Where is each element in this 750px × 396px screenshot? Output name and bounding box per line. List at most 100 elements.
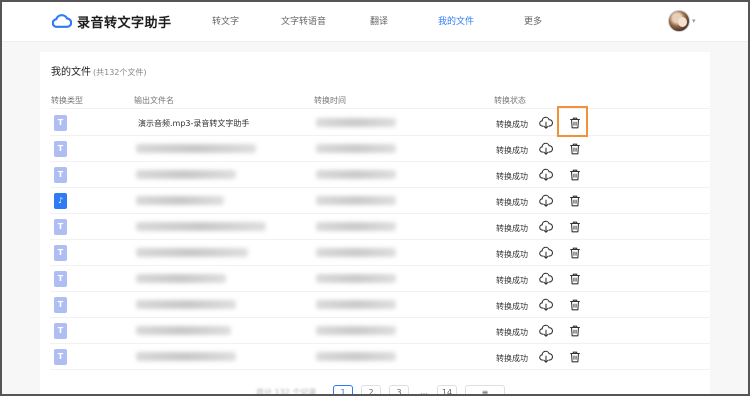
col-filename: 输出文件名 <box>134 96 174 105</box>
download-button[interactable] <box>539 194 553 208</box>
cloud-download-icon <box>539 168 553 182</box>
file-name-redacted <box>136 300 236 309</box>
delete-button[interactable] <box>568 324 582 338</box>
cloud-download-icon <box>539 272 553 286</box>
cloud-download-icon <box>539 194 553 208</box>
file-name-redacted <box>136 222 266 231</box>
download-button[interactable] <box>539 298 553 312</box>
convert-time-redacted <box>316 300 396 309</box>
page-button-1[interactable]: 1 <box>333 385 353 396</box>
table-row[interactable]: T 转换成功 <box>50 214 710 240</box>
cloud-download-icon <box>539 350 553 364</box>
trash-icon <box>568 220 582 234</box>
pagination: 共计 132 个记录 1 2 3 … 14 ≡ <box>0 385 750 396</box>
text-file-icon: T <box>54 297 67 313</box>
delete-button[interactable] <box>568 298 582 312</box>
status-text: 转换成功 <box>496 302 528 311</box>
delete-button[interactable] <box>568 350 582 364</box>
trash-icon <box>568 324 582 338</box>
file-name-redacted <box>136 196 224 205</box>
col-status: 转换状态 <box>494 96 526 105</box>
col-type: 转换类型 <box>51 96 83 105</box>
table-row[interactable]: ♪ 转换成功 <box>50 188 710 214</box>
page-button-2[interactable]: 2 <box>361 385 381 396</box>
app-logo[interactable]: 录音转文字助手 <box>52 11 172 31</box>
trash-icon <box>568 168 582 182</box>
convert-time-redacted <box>316 196 396 205</box>
trash-icon <box>568 246 582 260</box>
delete-button[interactable] <box>568 220 582 234</box>
files-count: (共132个文件) <box>93 68 147 77</box>
trash-icon <box>568 194 582 208</box>
table-row[interactable]: T 演示音频.mp3-录音转文字助手 转换成功 <box>50 110 710 136</box>
chevron-down-icon[interactable]: ▾ <box>692 17 696 25</box>
file-name-redacted <box>136 248 248 257</box>
file-name-redacted <box>136 170 236 179</box>
delete-highlight-box <box>557 106 588 137</box>
avatar[interactable] <box>668 10 690 32</box>
download-button[interactable] <box>539 246 553 260</box>
page-size-select[interactable]: ≡ <box>465 385 505 396</box>
convert-time-redacted <box>316 170 396 179</box>
table-row[interactable]: T 转换成功 <box>50 344 710 370</box>
trash-icon <box>568 142 582 156</box>
pagination-ellipsis: … <box>420 387 428 396</box>
file-name-redacted <box>136 144 256 153</box>
text-file-icon: T <box>54 115 67 131</box>
page-button-last[interactable]: 14 <box>437 385 457 396</box>
delete-button[interactable] <box>568 246 582 260</box>
file-name[interactable]: 演示音频.mp3-录音转文字助手 <box>138 118 249 129</box>
status-text: 转换成功 <box>496 354 528 363</box>
nav-more[interactable]: 更多 <box>524 14 542 27</box>
nav-text-to-speech[interactable]: 文字转语音 <box>281 14 326 27</box>
app-name: 录音转文字助手 <box>77 15 172 31</box>
text-file-icon: T <box>54 167 67 183</box>
nav-transcribe[interactable]: 转文字 <box>212 14 239 27</box>
delete-button[interactable] <box>568 272 582 286</box>
text-file-icon: T <box>54 271 67 287</box>
nav-translate[interactable]: 翻译 <box>370 14 388 27</box>
table-row[interactable]: T 转换成功 <box>50 136 710 162</box>
cloud-download-icon <box>539 324 553 338</box>
cloud-download-icon <box>539 142 553 156</box>
cloud-download-icon <box>539 116 553 130</box>
download-button[interactable] <box>539 116 553 130</box>
text-file-icon: T <box>54 141 67 157</box>
table-row[interactable]: T 转换成功 <box>50 292 710 318</box>
download-button[interactable] <box>539 350 553 364</box>
convert-time-redacted <box>316 248 396 257</box>
page-button-3[interactable]: 3 <box>389 385 409 396</box>
table-row[interactable]: T 转换成功 <box>50 266 710 292</box>
download-button[interactable] <box>539 168 553 182</box>
download-button[interactable] <box>539 324 553 338</box>
status-text: 转换成功 <box>496 328 528 337</box>
delete-button[interactable] <box>568 168 582 182</box>
nav-my-files[interactable]: 我的文件 <box>438 14 474 27</box>
trash-icon <box>568 272 582 286</box>
trash-icon <box>568 298 582 312</box>
audio-file-icon: ♪ <box>54 193 67 209</box>
files-panel: 我的文件 (共132个文件) 转换类型 输出文件名 转换时间 转换状态 T 演示音频… <box>40 52 710 396</box>
table-row[interactable]: T 转换成功 <box>50 240 710 266</box>
download-button[interactable] <box>539 220 553 234</box>
download-button[interactable] <box>539 142 553 156</box>
convert-time-redacted <box>316 326 396 335</box>
status-text: 转换成功 <box>496 120 528 129</box>
table-row[interactable]: T 转换成功 <box>50 162 710 188</box>
status-text: 转换成功 <box>496 146 528 155</box>
text-file-icon: T <box>54 349 67 365</box>
convert-time-redacted <box>316 144 396 153</box>
convert-time-redacted <box>316 274 396 283</box>
text-file-icon: T <box>54 323 67 339</box>
file-name-redacted <box>136 326 231 335</box>
delete-button[interactable] <box>568 142 582 156</box>
download-button[interactable] <box>539 272 553 286</box>
cloud-download-icon <box>539 298 553 312</box>
delete-button[interactable] <box>568 194 582 208</box>
file-name-redacted <box>136 274 226 283</box>
trash-icon <box>568 350 582 364</box>
pagination-total: 共计 132 个记录 <box>256 388 317 396</box>
table-row[interactable]: T 转换成功 <box>50 318 710 344</box>
status-text: 转换成功 <box>496 250 528 259</box>
files-title: 我的文件 <box>51 67 91 78</box>
